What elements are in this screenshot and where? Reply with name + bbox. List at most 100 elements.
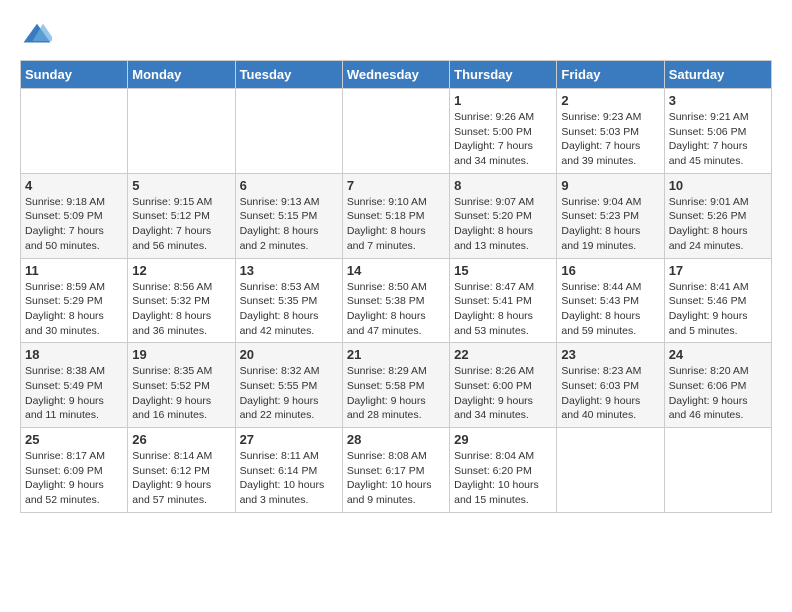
day-number: 18 bbox=[25, 347, 123, 362]
day-info: Sunrise: 8:23 AMSunset: 6:03 PMDaylight:… bbox=[561, 364, 659, 423]
calendar-cell: 22 Sunrise: 8:26 AMSunset: 6:00 PMDaylig… bbox=[450, 343, 557, 428]
day-number: 12 bbox=[132, 263, 230, 278]
day-info: Sunrise: 8:41 AMSunset: 5:46 PMDaylight:… bbox=[669, 280, 767, 339]
calendar-cell: 4 Sunrise: 9:18 AMSunset: 5:09 PMDayligh… bbox=[21, 173, 128, 258]
calendar-cell bbox=[557, 428, 664, 513]
calendar-cell bbox=[342, 89, 449, 174]
day-info: Sunrise: 8:32 AMSunset: 5:55 PMDaylight:… bbox=[240, 364, 338, 423]
day-info: Sunrise: 8:50 AMSunset: 5:38 PMDaylight:… bbox=[347, 280, 445, 339]
calendar-week-row: 1 Sunrise: 9:26 AMSunset: 5:00 PMDayligh… bbox=[21, 89, 772, 174]
calendar-cell: 18 Sunrise: 8:38 AMSunset: 5:49 PMDaylig… bbox=[21, 343, 128, 428]
calendar-cell: 20 Sunrise: 8:32 AMSunset: 5:55 PMDaylig… bbox=[235, 343, 342, 428]
day-number: 8 bbox=[454, 178, 552, 193]
day-info: Sunrise: 8:53 AMSunset: 5:35 PMDaylight:… bbox=[240, 280, 338, 339]
day-number: 26 bbox=[132, 432, 230, 447]
calendar-cell: 12 Sunrise: 8:56 AMSunset: 5:32 PMDaylig… bbox=[128, 258, 235, 343]
day-info: Sunrise: 9:23 AMSunset: 5:03 PMDaylight:… bbox=[561, 110, 659, 169]
day-info: Sunrise: 9:21 AMSunset: 5:06 PMDaylight:… bbox=[669, 110, 767, 169]
calendar-cell: 3 Sunrise: 9:21 AMSunset: 5:06 PMDayligh… bbox=[664, 89, 771, 174]
calendar-cell: 9 Sunrise: 9:04 AMSunset: 5:23 PMDayligh… bbox=[557, 173, 664, 258]
day-number: 20 bbox=[240, 347, 338, 362]
day-number: 17 bbox=[669, 263, 767, 278]
day-number: 22 bbox=[454, 347, 552, 362]
day-info: Sunrise: 8:08 AMSunset: 6:17 PMDaylight:… bbox=[347, 449, 445, 508]
day-info: Sunrise: 8:29 AMSunset: 5:58 PMDaylight:… bbox=[347, 364, 445, 423]
calendar-cell: 21 Sunrise: 8:29 AMSunset: 5:58 PMDaylig… bbox=[342, 343, 449, 428]
day-info: Sunrise: 9:13 AMSunset: 5:15 PMDaylight:… bbox=[240, 195, 338, 254]
day-number: 25 bbox=[25, 432, 123, 447]
day-number: 4 bbox=[25, 178, 123, 193]
calendar-cell bbox=[664, 428, 771, 513]
calendar-table: SundayMondayTuesdayWednesdayThursdayFrid… bbox=[20, 60, 772, 513]
day-number: 24 bbox=[669, 347, 767, 362]
calendar-cell: 25 Sunrise: 8:17 AMSunset: 6:09 PMDaylig… bbox=[21, 428, 128, 513]
calendar-cell: 15 Sunrise: 8:47 AMSunset: 5:41 PMDaylig… bbox=[450, 258, 557, 343]
calendar-cell bbox=[128, 89, 235, 174]
day-info: Sunrise: 9:10 AMSunset: 5:18 PMDaylight:… bbox=[347, 195, 445, 254]
day-number: 5 bbox=[132, 178, 230, 193]
calendar-cell: 14 Sunrise: 8:50 AMSunset: 5:38 PMDaylig… bbox=[342, 258, 449, 343]
logo-icon bbox=[22, 20, 52, 50]
calendar-cell: 16 Sunrise: 8:44 AMSunset: 5:43 PMDaylig… bbox=[557, 258, 664, 343]
day-header-sunday: Sunday bbox=[21, 61, 128, 89]
day-number: 1 bbox=[454, 93, 552, 108]
day-number: 15 bbox=[454, 263, 552, 278]
day-header-friday: Friday bbox=[557, 61, 664, 89]
day-info: Sunrise: 9:15 AMSunset: 5:12 PMDaylight:… bbox=[132, 195, 230, 254]
calendar-cell bbox=[21, 89, 128, 174]
day-number: 6 bbox=[240, 178, 338, 193]
calendar-cell: 27 Sunrise: 8:11 AMSunset: 6:14 PMDaylig… bbox=[235, 428, 342, 513]
calendar-cell: 6 Sunrise: 9:13 AMSunset: 5:15 PMDayligh… bbox=[235, 173, 342, 258]
calendar-week-row: 11 Sunrise: 8:59 AMSunset: 5:29 PMDaylig… bbox=[21, 258, 772, 343]
calendar-cell: 8 Sunrise: 9:07 AMSunset: 5:20 PMDayligh… bbox=[450, 173, 557, 258]
day-header-monday: Monday bbox=[128, 61, 235, 89]
calendar-cell: 10 Sunrise: 9:01 AMSunset: 5:26 PMDaylig… bbox=[664, 173, 771, 258]
day-info: Sunrise: 8:11 AMSunset: 6:14 PMDaylight:… bbox=[240, 449, 338, 508]
calendar-cell: 5 Sunrise: 9:15 AMSunset: 5:12 PMDayligh… bbox=[128, 173, 235, 258]
day-header-thursday: Thursday bbox=[450, 61, 557, 89]
day-number: 28 bbox=[347, 432, 445, 447]
calendar-cell: 26 Sunrise: 8:14 AMSunset: 6:12 PMDaylig… bbox=[128, 428, 235, 513]
day-info: Sunrise: 9:18 AMSunset: 5:09 PMDaylight:… bbox=[25, 195, 123, 254]
calendar-cell bbox=[235, 89, 342, 174]
day-info: Sunrise: 8:04 AMSunset: 6:20 PMDaylight:… bbox=[454, 449, 552, 508]
calendar-cell: 2 Sunrise: 9:23 AMSunset: 5:03 PMDayligh… bbox=[557, 89, 664, 174]
calendar-cell: 24 Sunrise: 8:20 AMSunset: 6:06 PMDaylig… bbox=[664, 343, 771, 428]
calendar-week-row: 4 Sunrise: 9:18 AMSunset: 5:09 PMDayligh… bbox=[21, 173, 772, 258]
day-number: 7 bbox=[347, 178, 445, 193]
calendar-week-row: 18 Sunrise: 8:38 AMSunset: 5:49 PMDaylig… bbox=[21, 343, 772, 428]
calendar-cell: 19 Sunrise: 8:35 AMSunset: 5:52 PMDaylig… bbox=[128, 343, 235, 428]
day-number: 3 bbox=[669, 93, 767, 108]
page-header bbox=[20, 20, 772, 50]
day-info: Sunrise: 9:01 AMSunset: 5:26 PMDaylight:… bbox=[669, 195, 767, 254]
day-number: 16 bbox=[561, 263, 659, 278]
calendar-header-row: SundayMondayTuesdayWednesdayThursdayFrid… bbox=[21, 61, 772, 89]
calendar-cell: 29 Sunrise: 8:04 AMSunset: 6:20 PMDaylig… bbox=[450, 428, 557, 513]
day-info: Sunrise: 8:59 AMSunset: 5:29 PMDaylight:… bbox=[25, 280, 123, 339]
day-info: Sunrise: 8:47 AMSunset: 5:41 PMDaylight:… bbox=[454, 280, 552, 339]
day-info: Sunrise: 9:26 AMSunset: 5:00 PMDaylight:… bbox=[454, 110, 552, 169]
calendar-cell: 11 Sunrise: 8:59 AMSunset: 5:29 PMDaylig… bbox=[21, 258, 128, 343]
calendar-cell: 13 Sunrise: 8:53 AMSunset: 5:35 PMDaylig… bbox=[235, 258, 342, 343]
calendar-cell: 1 Sunrise: 9:26 AMSunset: 5:00 PMDayligh… bbox=[450, 89, 557, 174]
day-info: Sunrise: 9:04 AMSunset: 5:23 PMDaylight:… bbox=[561, 195, 659, 254]
day-info: Sunrise: 8:56 AMSunset: 5:32 PMDaylight:… bbox=[132, 280, 230, 339]
day-header-saturday: Saturday bbox=[664, 61, 771, 89]
calendar-cell: 23 Sunrise: 8:23 AMSunset: 6:03 PMDaylig… bbox=[557, 343, 664, 428]
day-info: Sunrise: 8:26 AMSunset: 6:00 PMDaylight:… bbox=[454, 364, 552, 423]
calendar-cell: 17 Sunrise: 8:41 AMSunset: 5:46 PMDaylig… bbox=[664, 258, 771, 343]
day-info: Sunrise: 8:35 AMSunset: 5:52 PMDaylight:… bbox=[132, 364, 230, 423]
day-number: 10 bbox=[669, 178, 767, 193]
day-info: Sunrise: 8:44 AMSunset: 5:43 PMDaylight:… bbox=[561, 280, 659, 339]
day-number: 29 bbox=[454, 432, 552, 447]
day-info: Sunrise: 8:38 AMSunset: 5:49 PMDaylight:… bbox=[25, 364, 123, 423]
day-info: Sunrise: 8:20 AMSunset: 6:06 PMDaylight:… bbox=[669, 364, 767, 423]
day-number: 23 bbox=[561, 347, 659, 362]
calendar-cell: 28 Sunrise: 8:08 AMSunset: 6:17 PMDaylig… bbox=[342, 428, 449, 513]
calendar-cell: 7 Sunrise: 9:10 AMSunset: 5:18 PMDayligh… bbox=[342, 173, 449, 258]
day-info: Sunrise: 8:14 AMSunset: 6:12 PMDaylight:… bbox=[132, 449, 230, 508]
day-number: 13 bbox=[240, 263, 338, 278]
day-number: 11 bbox=[25, 263, 123, 278]
calendar-week-row: 25 Sunrise: 8:17 AMSunset: 6:09 PMDaylig… bbox=[21, 428, 772, 513]
logo bbox=[20, 20, 52, 50]
